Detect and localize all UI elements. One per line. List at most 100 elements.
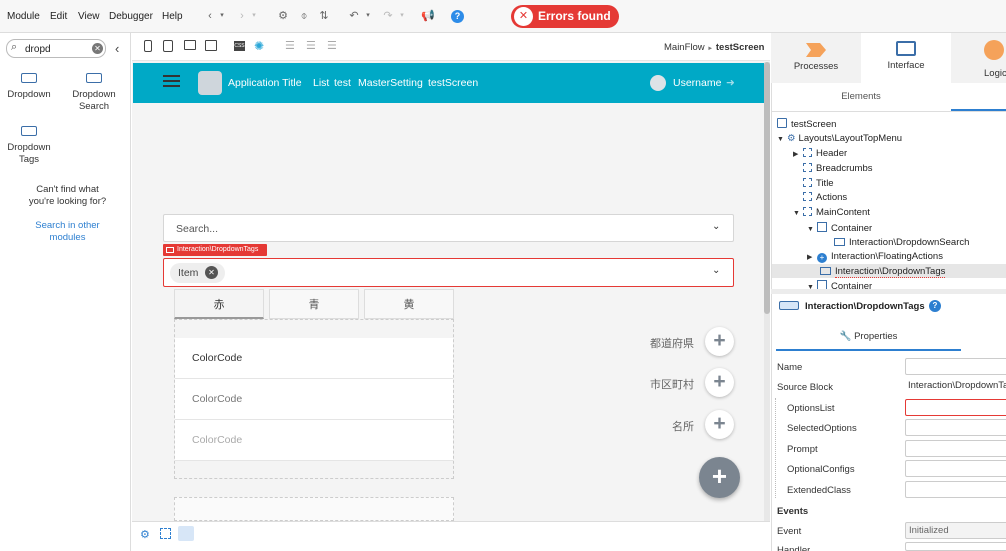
menu-debugger[interactable]: Debugger xyxy=(109,11,153,22)
interface-icon xyxy=(896,41,916,56)
tree-node-header[interactable]: ▶ Header xyxy=(793,148,847,159)
search-other-modules-link[interactable]: Search in other modules xyxy=(10,220,125,244)
plug-icon[interactable]: ⌽ xyxy=(296,8,312,24)
plus-button-landmark[interactable]: + xyxy=(705,410,734,439)
nav-test[interactable]: test xyxy=(334,77,351,89)
megaphone-icon[interactable]: 📢 xyxy=(420,8,436,24)
menu-help[interactable]: Help xyxy=(162,11,183,22)
prop-selectedoptions-label: SelectedOptions xyxy=(787,423,857,434)
logout-icon[interactable]: ➜ xyxy=(726,77,735,89)
compare-icon[interactable]: ⇅ xyxy=(316,8,332,24)
align-center-icon[interactable]: ☰ xyxy=(306,39,316,52)
selected-element-title: Interaction\DropdownTags xyxy=(805,301,925,312)
phone-icon[interactable] xyxy=(144,40,152,52)
prop-optionalconfigs-label: OptionalConfigs xyxy=(787,464,855,475)
prop-source-block-value[interactable]: Interaction\DropdownTags xyxy=(905,378,1006,395)
breadcrumb-separator-icon: ► xyxy=(707,46,714,52)
widget-search-input[interactable]: ⌕ dropd ✕ xyxy=(6,39,106,58)
canvas-scrollbar[interactable] xyxy=(764,62,770,521)
tree-node-container-2[interactable]: ▼ Container xyxy=(807,280,872,289)
tab-processes[interactable]: Processes xyxy=(771,33,861,83)
tab-blue[interactable]: 青 xyxy=(269,289,359,319)
prop-optionslist-input[interactable] xyxy=(905,399,1006,416)
tree-node-testscreen[interactable]: testScreen xyxy=(777,118,836,130)
widget-dropdown-tags[interactable]: Dropdown Tags xyxy=(5,126,53,166)
tablet-icon[interactable] xyxy=(163,40,173,52)
menu-module[interactable]: Module xyxy=(7,11,40,22)
chevron-down-icon[interactable]: ▼ xyxy=(807,226,817,233)
undo-dropdown-icon[interactable]: ▾ xyxy=(360,8,376,24)
plus-button-prefecture[interactable]: + xyxy=(705,327,734,356)
errors-found-button[interactable]: ✕ Errors found xyxy=(511,5,619,28)
list-item[interactable]: ColorCode xyxy=(175,420,453,461)
styles-icon[interactable]: ✺ xyxy=(254,39,264,53)
tree-label: testScreen xyxy=(791,119,837,130)
tab-red[interactable]: 赤 xyxy=(174,289,264,319)
elements-tab[interactable]: Elements xyxy=(771,84,951,111)
properties-tab[interactable]: 🔧 Properties xyxy=(776,324,961,350)
tree-node-maincontent[interactable]: ▼ MainContent xyxy=(793,207,870,218)
align-left-icon[interactable]: ☰ xyxy=(285,39,295,52)
tree-node-dropdowntags[interactable]: Interaction\DropdownTags xyxy=(820,266,946,278)
dropdown-search-icon xyxy=(834,238,845,246)
username[interactable]: Username xyxy=(673,77,721,89)
forward-dropdown-icon[interactable]: ▾ xyxy=(246,8,262,24)
prop-prompt-input[interactable] xyxy=(905,440,1006,457)
top-toolbar: Module Edit View Debugger Help ‹ ▾ › ▾ ⚙… xyxy=(0,0,1006,33)
tree-node-actions[interactable]: Actions xyxy=(803,192,847,203)
css-icon[interactable]: CSS xyxy=(234,41,245,51)
chevron-right-icon[interactable]: ▶ xyxy=(807,253,817,261)
chevron-down-icon[interactable]: ▼ xyxy=(777,136,787,143)
prop-selectedoptions-input[interactable] xyxy=(905,419,1006,436)
align-right-icon[interactable]: ☰ xyxy=(327,39,337,52)
splitter[interactable] xyxy=(771,289,1006,294)
prop-optionalconfigs-input[interactable] xyxy=(905,460,1006,477)
plus-button-city[interactable]: + xyxy=(705,368,734,397)
menu-edit[interactable]: Edit xyxy=(50,11,67,22)
widget-dropdown[interactable]: Dropdown xyxy=(5,73,53,101)
tree-node-title[interactable]: Title xyxy=(803,178,834,189)
remove-chip-icon[interactable]: ✕ xyxy=(205,266,218,279)
nav-mastersetting[interactable]: MasterSetting xyxy=(358,77,423,89)
prop-name-input[interactable] xyxy=(905,358,1006,375)
dropdown-search[interactable]: Search... ⌄ xyxy=(163,214,734,242)
tree-label: Container xyxy=(831,281,873,289)
container-widget-icon[interactable] xyxy=(160,528,171,539)
event-value[interactable]: Initialized xyxy=(905,522,1006,539)
help-icon[interactable]: ? xyxy=(929,300,941,312)
chevron-right-icon[interactable]: ▶ xyxy=(793,150,803,158)
tab-yellow[interactable]: 黄 xyxy=(364,289,454,319)
chevron-down-icon[interactable]: ▼ xyxy=(793,210,803,217)
list-item[interactable]: ColorCode xyxy=(175,379,453,420)
prop-extendedclass-input[interactable] xyxy=(905,481,1006,498)
list-item[interactable]: ColorCode xyxy=(175,338,453,379)
layout-widget-icon[interactable]: ⚙ xyxy=(140,528,150,541)
menu-view[interactable]: View xyxy=(78,11,100,22)
clear-icon[interactable]: ✕ xyxy=(92,43,103,54)
collapse-panel-icon[interactable]: ‹ xyxy=(115,41,119,56)
hamburger-menu-icon[interactable] xyxy=(163,75,180,77)
chevron-down-icon[interactable]: ⌄ xyxy=(712,265,720,276)
widget-dropdown-search[interactable]: Dropdown Search xyxy=(68,73,120,113)
dropdown-tags-widget-icon[interactable] xyxy=(178,526,194,541)
redo-dropdown-icon[interactable]: ▾ xyxy=(394,8,410,24)
desktop-icon[interactable] xyxy=(184,40,196,50)
chevron-down-icon[interactable]: ⌄ xyxy=(712,221,720,232)
breadcrumb-flow[interactable]: MainFlow xyxy=(664,42,705,53)
nav-list[interactable]: List xyxy=(313,77,329,89)
settings-icon[interactable]: ⚙ xyxy=(275,8,291,24)
tree-node-dropdownsearch[interactable]: Interaction\DropdownSearch xyxy=(834,237,969,248)
tab-logic[interactable]: Logic xyxy=(951,33,1006,83)
handler-input[interactable] xyxy=(905,542,1006,551)
tree-node-container[interactable]: ▼ Container xyxy=(807,222,872,234)
nav-testscreen[interactable]: testScreen xyxy=(428,77,478,89)
dropdown-tags[interactable]: Item ✕ ⌄ xyxy=(163,258,734,287)
tree-node-breadcrumbs[interactable]: Breadcrumbs xyxy=(803,163,873,174)
tree-node-floatingactions[interactable]: ▶ + Interaction\FloatingActions xyxy=(807,251,943,263)
tree-node-layout[interactable]: ▼ ⚙ Layouts\LayoutTopMenu xyxy=(777,133,902,144)
tab-interface[interactable]: Interface xyxy=(861,33,951,83)
floating-action-button[interactable]: + xyxy=(699,457,740,498)
layout-icon[interactable] xyxy=(205,40,217,51)
help-icon[interactable]: ? xyxy=(451,10,464,23)
back-dropdown-icon[interactable]: ▾ xyxy=(214,8,230,24)
